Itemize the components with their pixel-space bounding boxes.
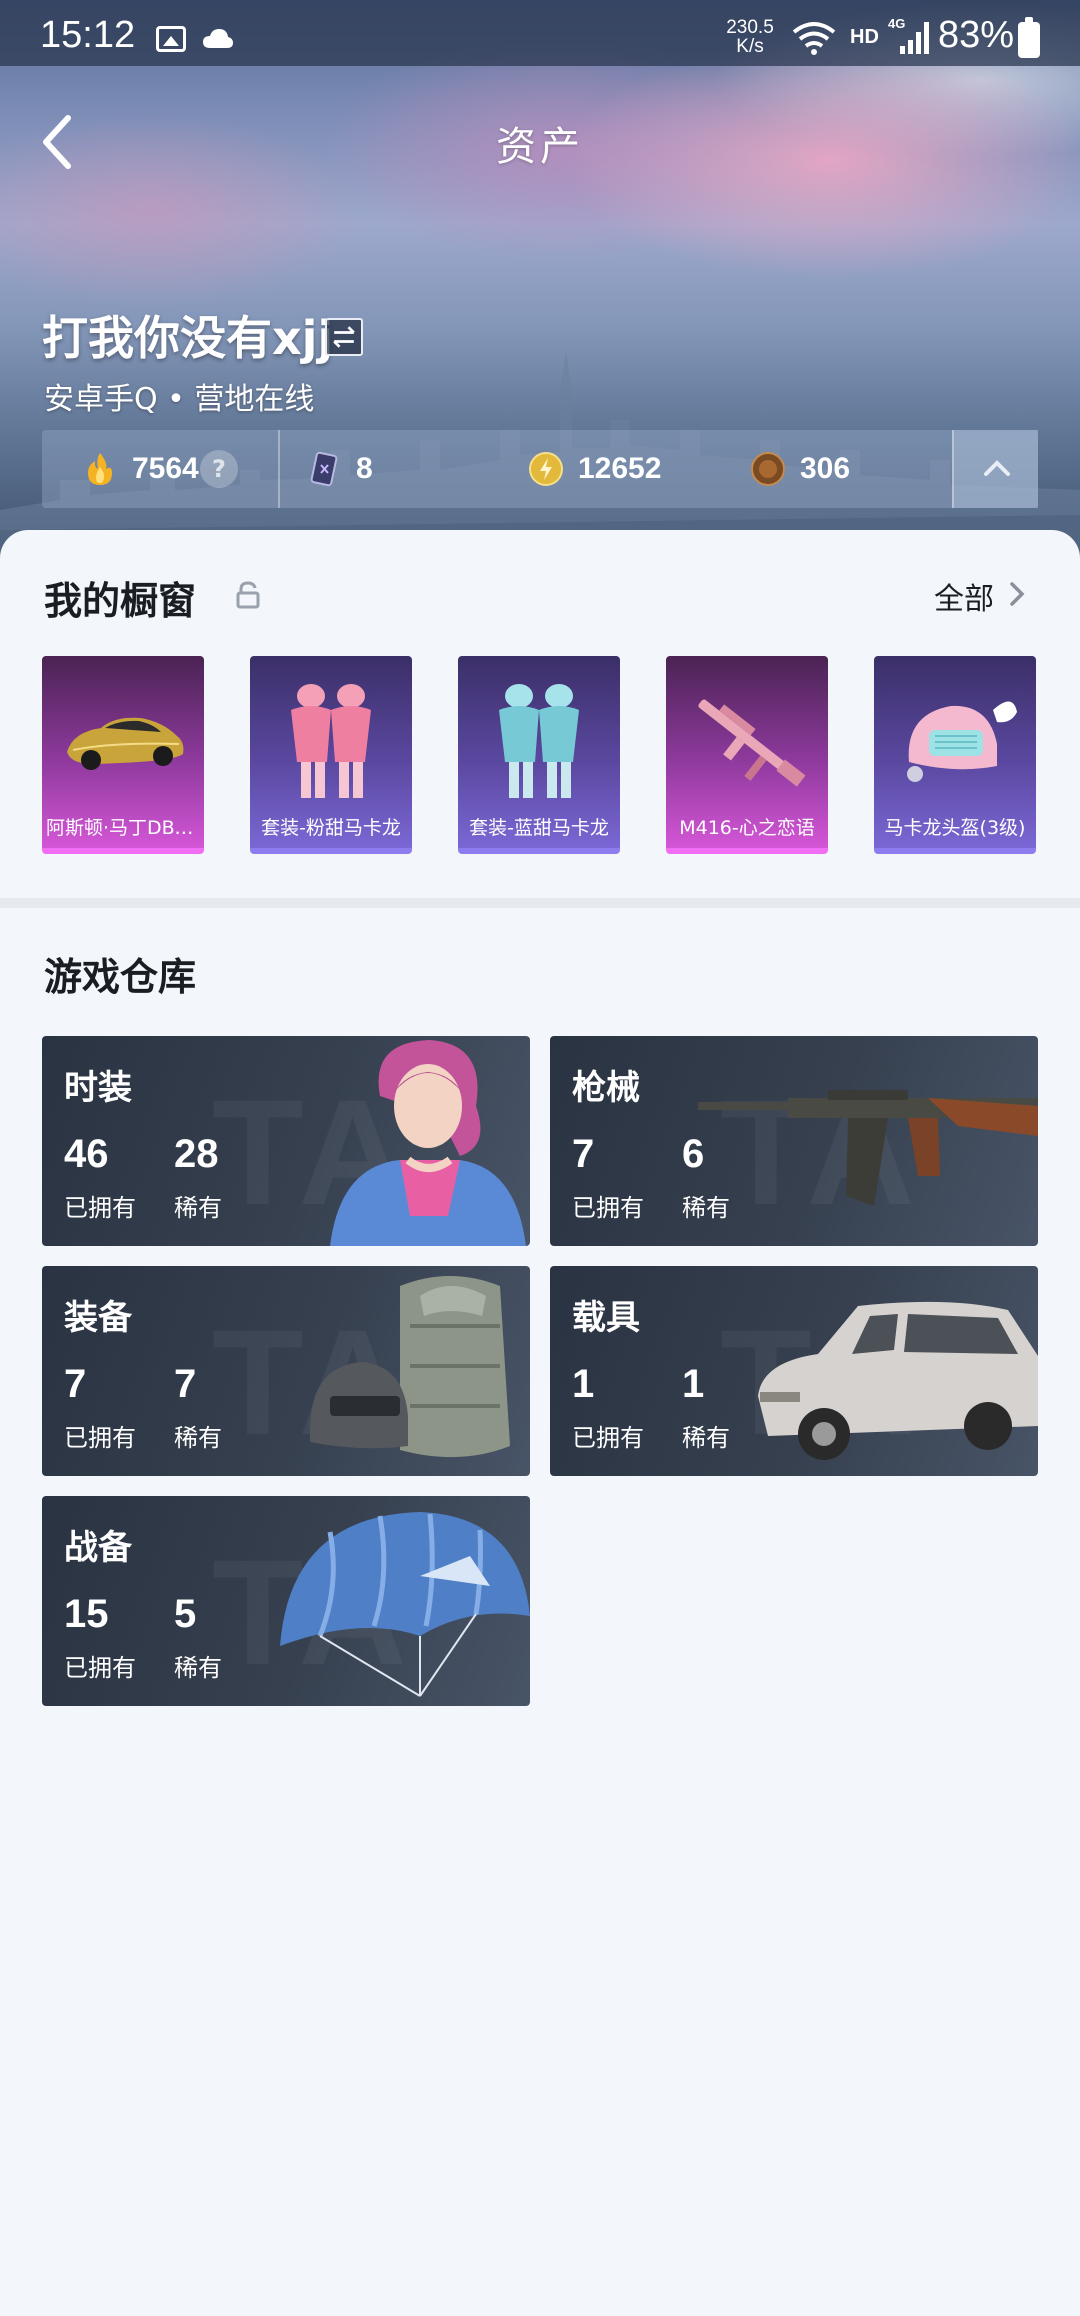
rare-count: 1 bbox=[682, 1362, 705, 1406]
warehouse-card-fashion[interactable]: TA 时装 46 28 已拥有 稀有 bbox=[42, 1036, 530, 1246]
page-title: 资产 bbox=[496, 124, 584, 170]
pink-outfit-icon bbox=[291, 684, 371, 798]
owned-label: 已拥有 bbox=[64, 1424, 136, 1452]
showcase-item-label: 阿斯顿·马丁DBS... bbox=[46, 817, 204, 839]
category-name: 时装 bbox=[64, 1068, 132, 1108]
section-divider bbox=[0, 898, 1080, 908]
resource-bar: 7564 ? 8 12652 306 bbox=[42, 430, 1038, 508]
battery-percent: 83% bbox=[938, 14, 1015, 56]
status-bar: 15:12 230.5 K/s HD 4G 83% bbox=[0, 0, 1080, 66]
gold-coin-icon bbox=[529, 452, 563, 486]
category-name: 载具 bbox=[572, 1298, 640, 1338]
category-name: 装备 bbox=[64, 1298, 132, 1338]
rare-count: 28 bbox=[174, 1132, 219, 1176]
parachute-icon bbox=[280, 1512, 530, 1697]
status-time: 15:12 bbox=[40, 14, 136, 56]
rare-count: 5 bbox=[174, 1592, 197, 1636]
rifle-icon bbox=[698, 1090, 1038, 1206]
card-icon bbox=[310, 451, 338, 487]
resource-flame-coin: 7564 bbox=[82, 430, 199, 508]
owned-count: 46 bbox=[64, 1132, 109, 1176]
bronze-coin-icon bbox=[751, 452, 785, 486]
rare-label: 稀有 bbox=[682, 1194, 730, 1222]
gallery-notification-icon bbox=[156, 26, 186, 52]
rare-count: 7 bbox=[174, 1362, 197, 1406]
wifi-icon bbox=[792, 22, 836, 55]
rifle-icon bbox=[698, 699, 806, 787]
hero-banner: 15:12 230.5 K/s HD 4G 83% 资产 打我你没有xjj 安卓 bbox=[0, 0, 1080, 560]
rare-count: 6 bbox=[682, 1132, 705, 1176]
warehouse-title: 游戏仓库 bbox=[44, 955, 197, 999]
showcase-item[interactable]: 套装-粉甜马卡龙 bbox=[250, 656, 412, 854]
warehouse-card-equipment[interactable]: TA 装备 7 7 已拥有 稀有 bbox=[42, 1266, 530, 1476]
rare-label: 稀有 bbox=[174, 1194, 222, 1222]
see-all-link[interactable]: 全部 bbox=[934, 574, 994, 618]
car-icon bbox=[67, 717, 184, 770]
owned-label: 已拥有 bbox=[64, 1194, 136, 1222]
player-name: 打我你没有xjj bbox=[42, 311, 334, 365]
showcase-item[interactable]: 马卡龙头盔(3级) bbox=[874, 656, 1036, 854]
showcase-item-label: 套装-蓝甜马卡龙 bbox=[469, 817, 609, 839]
chevron-right-icon[interactable] bbox=[1006, 576, 1028, 612]
signal-icon: 4G bbox=[888, 16, 929, 54]
showcase-item[interactable]: M416-心之恋语 bbox=[666, 656, 828, 854]
chevron-up-icon bbox=[984, 460, 1010, 476]
warehouse-card-vehicles[interactable]: TA 载具 1 1 已拥有 稀有 bbox=[550, 1266, 1038, 1476]
resource-divider bbox=[278, 430, 280, 508]
resource-gold-coin: 12652 bbox=[528, 430, 661, 508]
help-icon[interactable]: ? bbox=[200, 450, 238, 488]
showcase-item-label: M416-心之恋语 bbox=[679, 817, 815, 839]
owned-count: 1 bbox=[572, 1362, 595, 1406]
backpack-helmet-icon bbox=[310, 1276, 510, 1458]
showcase-item[interactable]: 阿斯顿·马丁DBS... bbox=[42, 656, 204, 854]
car-icon bbox=[758, 1301, 1038, 1460]
svg-text:4G: 4G bbox=[888, 16, 905, 31]
lock-icon[interactable] bbox=[234, 580, 262, 610]
showcase-section: 我的橱窗 全部 阿斯顿·马丁DBS... 套装-粉甜马卡龙 套装-蓝甜马卡龙 M… bbox=[0, 530, 1080, 898]
owned-label: 已拥有 bbox=[572, 1424, 644, 1452]
player-platform-status: 安卓手Q • 营地在线 bbox=[44, 382, 315, 417]
owned-count: 7 bbox=[64, 1362, 87, 1406]
collapse-button[interactable] bbox=[952, 430, 1038, 508]
category-name: 枪械 bbox=[572, 1068, 640, 1108]
warehouse-card-firearms[interactable]: TA 枪械 7 6 已拥有 稀有 bbox=[550, 1036, 1038, 1246]
resource-card: 8 bbox=[306, 430, 373, 508]
flame-coin-icon bbox=[88, 453, 112, 485]
owned-count: 15 bbox=[64, 1592, 109, 1636]
hd-indicator: HD bbox=[850, 26, 879, 48]
rare-label: 稀有 bbox=[174, 1424, 222, 1452]
switch-account-icon[interactable] bbox=[325, 318, 363, 356]
rare-label: 稀有 bbox=[174, 1654, 222, 1682]
rare-label: 稀有 bbox=[682, 1424, 730, 1452]
showcase-item-label: 套装-粉甜马卡龙 bbox=[261, 817, 401, 839]
blue-outfit-icon bbox=[499, 684, 579, 798]
battery-charging-icon bbox=[1018, 17, 1040, 58]
category-name: 战备 bbox=[64, 1528, 132, 1568]
warehouse-card-supplies[interactable]: TA 战备 15 5 已拥有 稀有 bbox=[42, 1496, 530, 1706]
showcase-item-label: 马卡龙头盔(3级) bbox=[884, 817, 1026, 839]
network-speed: 230.5 K/s bbox=[726, 17, 774, 57]
showcase-title: 我的橱窗 bbox=[44, 579, 197, 623]
resource-bronze-coin: 306 bbox=[750, 430, 850, 508]
owned-label: 已拥有 bbox=[64, 1654, 136, 1682]
owned-label: 已拥有 bbox=[572, 1194, 644, 1222]
helmet-icon bbox=[907, 701, 1017, 782]
owned-count: 7 bbox=[572, 1132, 595, 1176]
cloud-icon bbox=[203, 29, 233, 48]
showcase-item[interactable]: 套装-蓝甜马卡龙 bbox=[458, 656, 620, 854]
character-icon bbox=[330, 1040, 526, 1246]
